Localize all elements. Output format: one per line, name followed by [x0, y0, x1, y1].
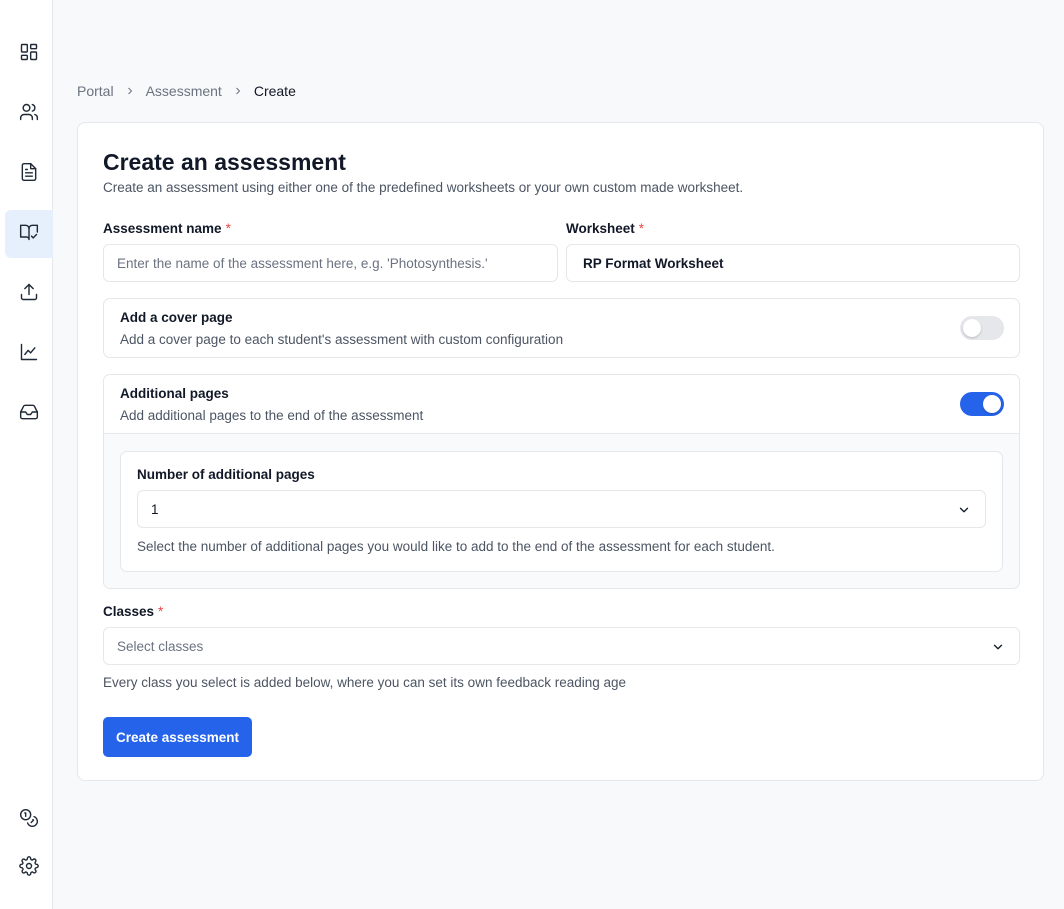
- additional-pages-count-label: Number of additional pages: [137, 467, 315, 482]
- line-chart-icon: [19, 342, 39, 367]
- document-icon: [19, 162, 39, 187]
- sidebar-item-settings[interactable]: [5, 844, 53, 892]
- assessment-name-label-text: Assessment name: [103, 221, 222, 236]
- breadcrumb: Portal Assessment Create: [77, 82, 296, 100]
- classes-placeholder: Select classes: [117, 638, 204, 654]
- required-mark: *: [225, 221, 231, 236]
- sidebar-item-credits[interactable]: [5, 796, 53, 844]
- sidebar-item-assessment[interactable]: [5, 210, 53, 258]
- additional-pages-options: Number of additional pages 1 Select the …: [104, 433, 1019, 588]
- settings-gear-icon: [19, 855, 39, 881]
- additional-pages-count-hint: Select the number of additional pages yo…: [137, 539, 775, 554]
- inbox-icon: [19, 402, 39, 427]
- assessment-name-input[interactable]: [103, 244, 558, 282]
- toggle-knob: [963, 319, 981, 337]
- page-title: Create an assessment: [103, 149, 346, 175]
- additional-pages-description: Add additional pages to the end of the a…: [120, 408, 424, 423]
- additional-pages-count-select[interactable]: 1: [137, 490, 986, 528]
- upload-icon: [19, 282, 39, 307]
- sidebar-item-upload[interactable]: [5, 270, 53, 318]
- additional-pages-section: Additional pages Add additional pages to…: [103, 374, 1020, 589]
- book-check-icon: [19, 222, 39, 247]
- assessment-name-label: Assessment name *: [103, 221, 231, 236]
- breadcrumb-portal[interactable]: Portal: [77, 83, 114, 99]
- required-mark: *: [158, 604, 164, 619]
- classes-select[interactable]: Select classes: [103, 627, 1020, 665]
- classes-label-text: Classes: [103, 604, 155, 619]
- breadcrumb-assessment[interactable]: Assessment: [146, 83, 222, 99]
- worksheet-label-text: Worksheet: [566, 221, 635, 236]
- cover-page-description: Add a cover page to each student's asses…: [120, 332, 564, 347]
- cover-page-section: Add a cover page Add a cover page to eac…: [103, 298, 1020, 358]
- dashboard-grid-icon: [19, 42, 39, 67]
- sidebar-item-inbox[interactable]: [5, 390, 53, 438]
- sidebar-item-dashboard[interactable]: [5, 30, 53, 78]
- additional-pages-count-value: 1: [151, 501, 159, 517]
- chevron-right-icon: [124, 85, 136, 97]
- worksheet-label: Worksheet *: [566, 221, 644, 236]
- create-assessment-card: Create an assessment Create an assessmen…: [77, 122, 1044, 781]
- sidebar-item-documents[interactable]: [5, 150, 53, 198]
- cover-page-title: Add a cover page: [120, 310, 233, 325]
- chevron-down-icon: [991, 640, 1005, 654]
- additional-pages-toggle[interactable]: [960, 392, 1004, 416]
- sidebar-item-users[interactable]: [5, 90, 53, 138]
- classes-label: Classes *: [103, 604, 163, 619]
- users-icon: [19, 102, 39, 127]
- coins-icon: [19, 808, 39, 833]
- chevron-right-icon: [232, 85, 244, 97]
- required-mark: *: [638, 221, 645, 236]
- classes-hint: Every class you select is added below, w…: [103, 675, 627, 690]
- toggle-knob: [983, 395, 1001, 413]
- worksheet-field[interactable]: RP Format Worksheet: [566, 244, 1020, 282]
- create-assessment-button[interactable]: Create assessment: [103, 717, 252, 757]
- breadcrumb-current: Create: [253, 83, 296, 99]
- additional-pages-count-card: Number of additional pages 1 Select the …: [120, 451, 1003, 572]
- sidebar-item-analytics[interactable]: [5, 330, 53, 378]
- chevron-down-icon: [957, 503, 971, 517]
- additional-pages-title: Additional pages: [120, 386, 229, 401]
- cover-page-toggle[interactable]: [960, 316, 1004, 340]
- page-subtitle: Create an assessment using either one of…: [103, 180, 744, 195]
- sidebar: [0, 0, 53, 909]
